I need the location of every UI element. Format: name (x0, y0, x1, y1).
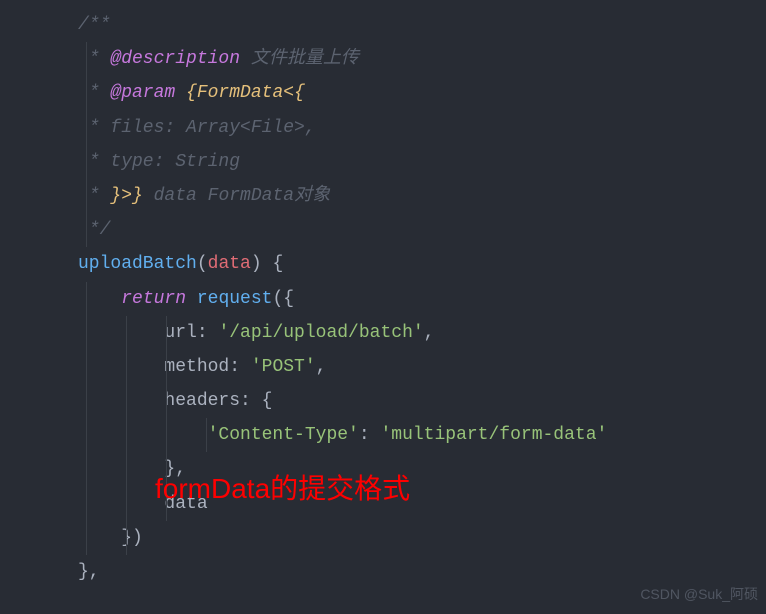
code-line: /** (0, 8, 766, 42)
jsdoc-param-name: data (154, 186, 197, 206)
function-param: data (208, 254, 251, 274)
jsdoc-files-line: files: Array<File>, (110, 118, 315, 138)
code-line: 'Content-Type': 'multipart/form-data' (0, 418, 766, 452)
jsdoc-close-type: }>} (110, 186, 142, 206)
jsdoc-description-text: 文件批量上传 (251, 49, 359, 69)
jsdoc-param-desc: FormData对象 (208, 186, 330, 206)
method-key: method (164, 357, 229, 377)
code-line: * type: String (0, 145, 766, 179)
url-key: url (164, 323, 196, 343)
code-line: * @param {FormData<{ (0, 76, 766, 110)
watermark: CSDN @Suk_阿硕 (640, 581, 758, 608)
headers-key: headers (164, 391, 240, 411)
code-line: url: '/api/upload/batch', (0, 316, 766, 350)
return-keyword: return (121, 289, 186, 309)
code-line: * files: Array<File>, (0, 111, 766, 145)
code-line: * }>} data FormData对象 (0, 179, 766, 213)
code-line: method: 'POST', (0, 350, 766, 384)
content-type-value: 'multipart/form-data' (380, 425, 607, 445)
code-line: }) (0, 521, 766, 555)
method-value: 'POST' (251, 357, 316, 377)
code-line: return request({ (0, 282, 766, 316)
red-annotation: formData的提交格式 (155, 462, 410, 515)
jsdoc-description-tag: @description (110, 49, 240, 69)
code-line: */ (0, 213, 766, 247)
content-type-key: 'Content-Type' (208, 425, 359, 445)
request-call: request (197, 289, 273, 309)
code-line: headers: { (0, 384, 766, 418)
comment-close: */ (78, 220, 110, 240)
url-value: '/api/upload/batch' (218, 323, 423, 343)
function-name: uploadBatch (78, 254, 197, 274)
code-line: uploadBatch(data) { (0, 247, 766, 281)
jsdoc-param-tag: @param (110, 83, 175, 103)
jsdoc-type: {FormData<{ (186, 83, 305, 103)
jsdoc-type-line: type: String (110, 152, 240, 172)
code-line: * @description 文件批量上传 (0, 42, 766, 76)
comment-open: /** (78, 15, 110, 35)
